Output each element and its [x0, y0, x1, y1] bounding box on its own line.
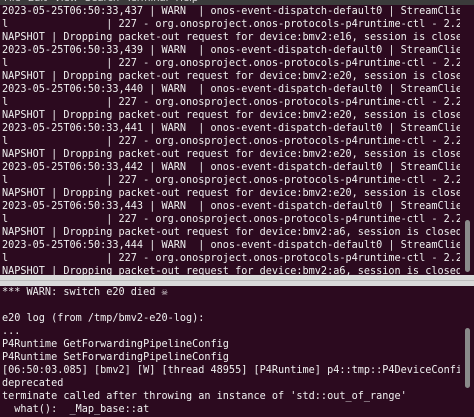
bottom-terminal-scrollbar[interactable] [460, 286, 474, 417]
top-terminal-scrollbar[interactable] [460, 5, 474, 275]
top-terminal-line: l | 227 - org.onosproject.onos-protocols… [2, 97, 460, 108]
top-terminal-line: l | 227 - org.onosproject.onos-protocols… [2, 175, 460, 186]
top-terminal-line: NAPSHOT | Dropping packet-out request fo… [2, 227, 460, 238]
top-terminal-line: 2023-05-25T06:50:33,437 | WARN | onos-ev… [2, 6, 460, 17]
pane-divider-line [0, 280, 474, 281]
top-terminal-line: l | 227 - org.onosproject.onos-protocols… [2, 214, 460, 225]
top-terminal-line: NAPSHOT | Dropping packet-out request fo… [2, 188, 460, 199]
bottom-terminal-scroll-thumb[interactable] [465, 328, 470, 388]
menu-item-view[interactable]: View [54, 0, 78, 4]
top-terminal-line: NAPSHOT | Dropping packet-out request fo… [2, 110, 460, 121]
top-terminal-line: 2023-05-25T06:50:33,440 | WARN | onos-ev… [2, 84, 460, 95]
bottom-terminal-line: P4Runtime GetForwardingPipelineConfig [2, 339, 229, 350]
top-terminal-line: NAPSHOT | Dropping packet-out request fo… [2, 149, 460, 160]
top-terminal-line: l | 227 - org.onosproject.onos-protocols… [2, 58, 460, 69]
bottom-terminal-line: what(): _Map_base::at [2, 404, 150, 415]
bottom-terminal-line: P4Runtime SetForwardingPipelineConfig [2, 352, 229, 363]
menu-item-search[interactable]: Search [85, 0, 119, 4]
top-terminal-scroll-thumb[interactable] [465, 220, 470, 272]
top-terminal-line: NAPSHOT | Dropping packet-out request fo… [2, 266, 460, 275]
top-terminal-line: NAPSHOT | Dropping packet-out request fo… [2, 32, 460, 43]
menu-item-terminal[interactable]: Terminal [126, 0, 168, 4]
top-terminal-output[interactable]: 2023-05-25T06:50:33,437 | WARN | onos-ev… [0, 5, 460, 275]
bottom-terminal-line: *** WARN: switch e20 died ☠ [2, 287, 168, 298]
bottom-terminal-line: [06:50:03.085] [bmv2] [W] [thread 48955]… [2, 365, 460, 376]
menu-item-help[interactable]: Help [175, 0, 198, 4]
top-terminal-line: NAPSHOT | Dropping packet-out request fo… [2, 71, 460, 82]
menu-item-file[interactable]: File [4, 0, 21, 4]
bottom-terminal-output[interactable]: *** WARN: switch e20 died ☠ e20 log (from… [0, 286, 460, 417]
top-terminal-line: l | 227 - org.onosproject.onos-protocols… [2, 136, 460, 147]
top-terminal-line: 2023-05-25T06:50:33,444 | WARN | onos-ev… [2, 240, 460, 251]
menu-items: File Edit View Search Terminal Help [4, 0, 205, 4]
bottom-terminal-line: deprecated [2, 378, 64, 389]
bottom-terminal-line: terminate called after throwing an insta… [2, 391, 407, 402]
top-terminal-line: l | 227 - org.onosproject.onos-protocols… [2, 253, 460, 264]
pane-divider[interactable] [0, 275, 474, 286]
top-terminal-line: 2023-05-25T06:50:33,439 | WARN | onos-ev… [2, 45, 460, 56]
bottom-terminal-line [0, 299, 460, 312]
bottom-terminal-line: ... [2, 326, 21, 337]
top-terminal-line: 2023-05-25T06:50:33,441 | WARN | onos-ev… [2, 123, 460, 134]
top-terminal-line: l | 227 - org.onosproject.onos-protocols… [2, 19, 460, 30]
menu-item-edit[interactable]: Edit [28, 0, 47, 4]
bottom-terminal-line: e20 log (from /tmp/bmv2-e20-log): [2, 313, 205, 324]
top-terminal-line: 2023-05-25T06:50:33,442 | WARN | onos-ev… [2, 162, 460, 173]
top-terminal-line: 2023-05-25T06:50:33,443 | WARN | onos-ev… [2, 201, 460, 212]
